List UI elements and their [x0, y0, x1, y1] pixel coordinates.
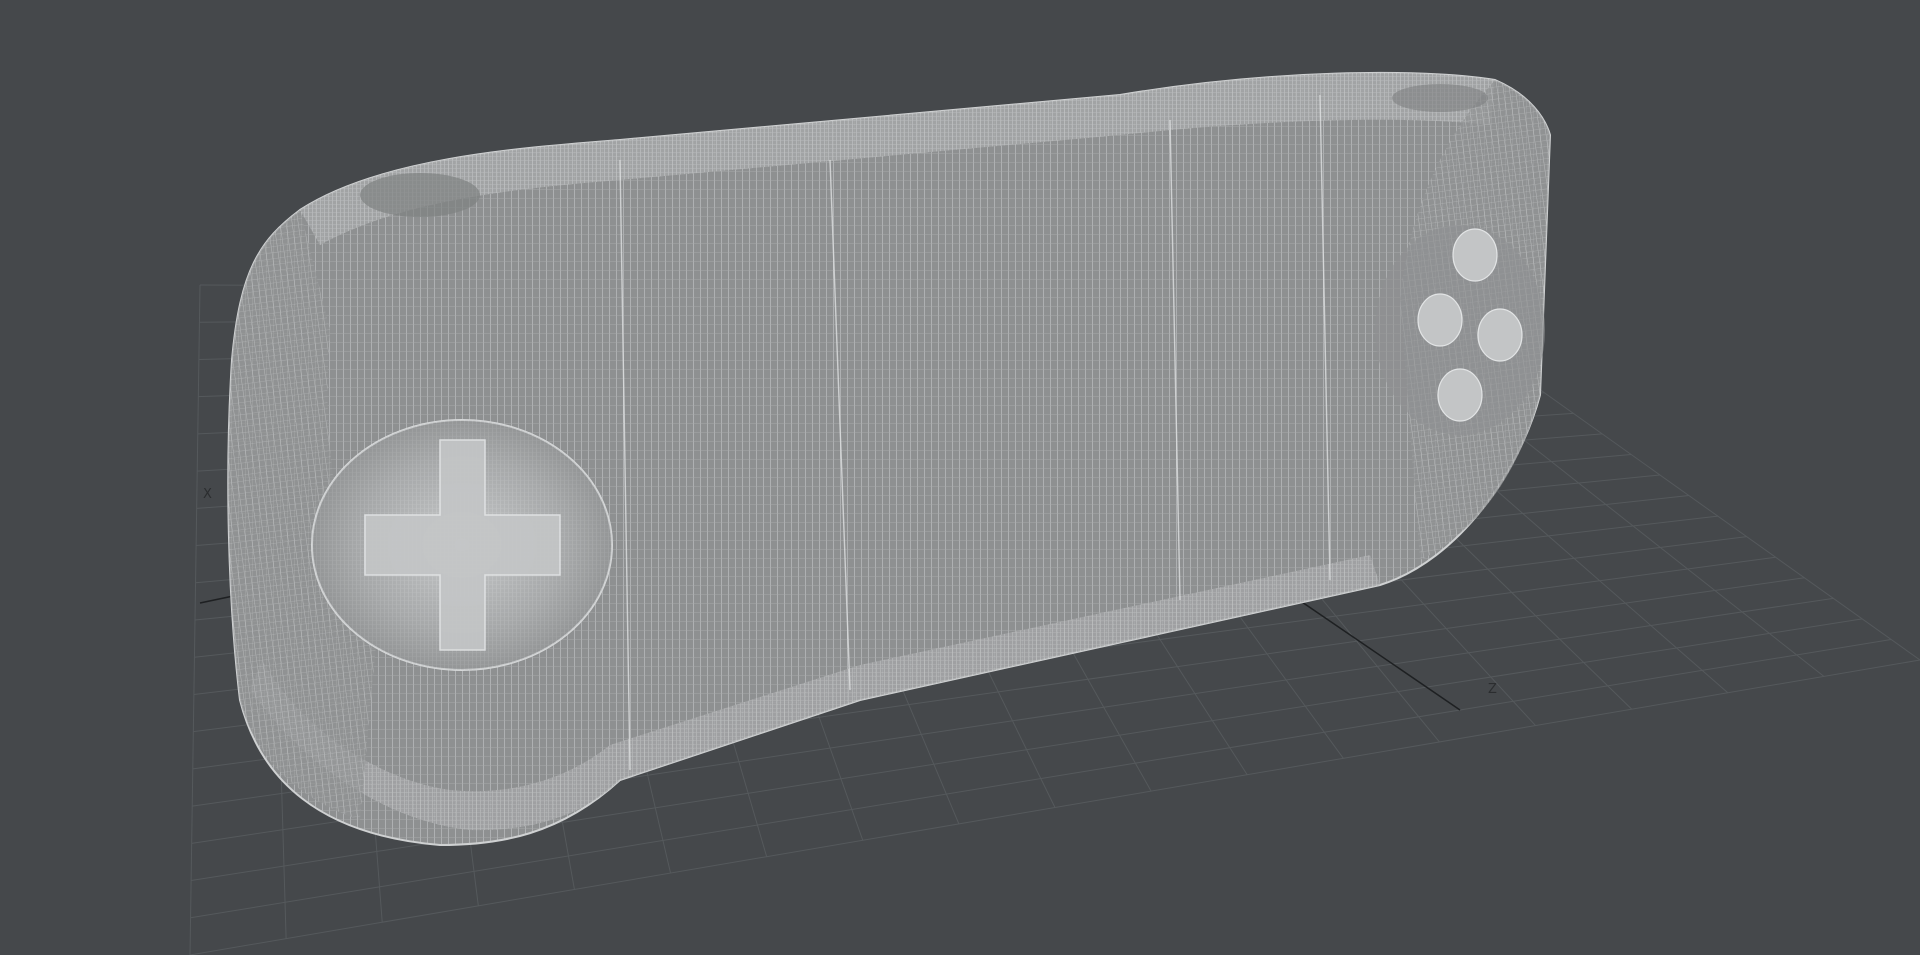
right-shoulder-detail	[1392, 84, 1488, 112]
console-mesh[interactable]	[227, 71, 1552, 847]
z-axis-label: Z	[1488, 682, 1497, 697]
face-buttons-icon	[1375, 225, 1545, 435]
x-axis-label: X	[203, 487, 212, 502]
dpad-icon	[311, 419, 613, 671]
3d-viewport[interactable]: X Z	[0, 0, 1920, 955]
viewport-canvas[interactable]	[0, 0, 1920, 955]
screen-area	[620, 140, 1180, 660]
left-shoulder-detail	[360, 173, 480, 217]
